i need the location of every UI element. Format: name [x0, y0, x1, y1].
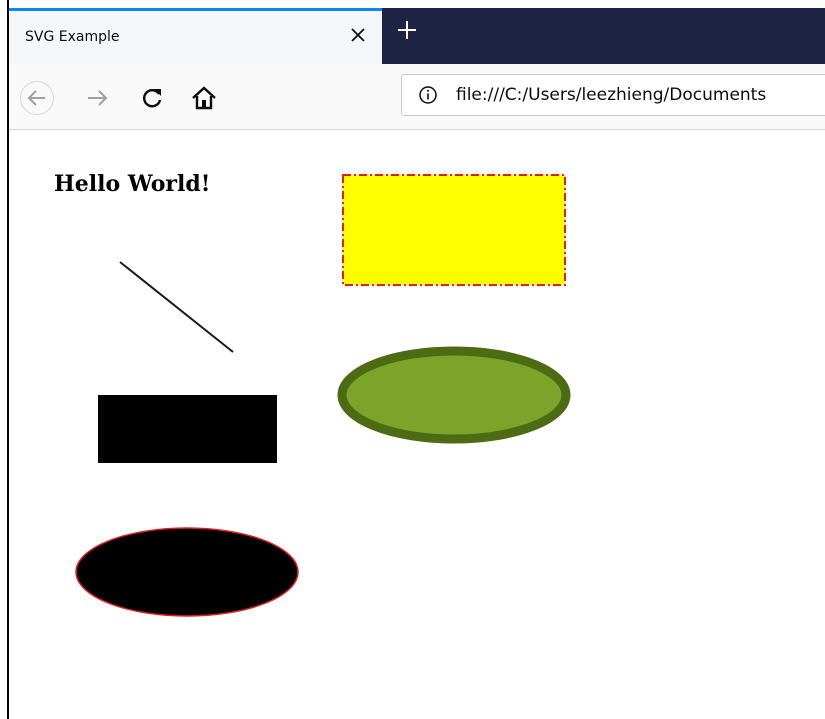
green-ellipse — [337, 346, 571, 444]
navigation-toolbar: file:///C:/Users/leezhieng/Documents — [9, 64, 825, 130]
arrow-right-icon[interactable] — [83, 83, 113, 113]
black-ellipse — [75, 527, 299, 617]
arrow-left-icon — [27, 90, 45, 106]
diagonal-line — [119, 261, 234, 353]
info-icon[interactable] — [418, 85, 438, 105]
back-button[interactable] — [20, 81, 54, 115]
browser-window: SVG Example file:///C:/Users/leezhieng/D… — [0, 0, 825, 719]
yellow-rectangle — [342, 174, 566, 286]
page-content: Hello World! — [9, 130, 825, 719]
page-heading: Hello World! — [54, 171, 211, 197]
plus-icon[interactable] — [395, 18, 419, 42]
reload-icon[interactable] — [137, 83, 167, 113]
address-bar[interactable]: file:///C:/Users/leezhieng/Documents — [401, 74, 825, 116]
home-icon[interactable] — [189, 83, 219, 113]
close-icon[interactable] — [348, 25, 368, 45]
svg-canvas — [75, 174, 571, 617]
tab-title: SVG Example — [25, 29, 120, 45]
tab-svg-example[interactable]: SVG Example — [9, 8, 382, 64]
black-rectangle — [98, 395, 277, 463]
url-text[interactable]: file:///C:/Users/leezhieng/Documents — [456, 85, 766, 105]
